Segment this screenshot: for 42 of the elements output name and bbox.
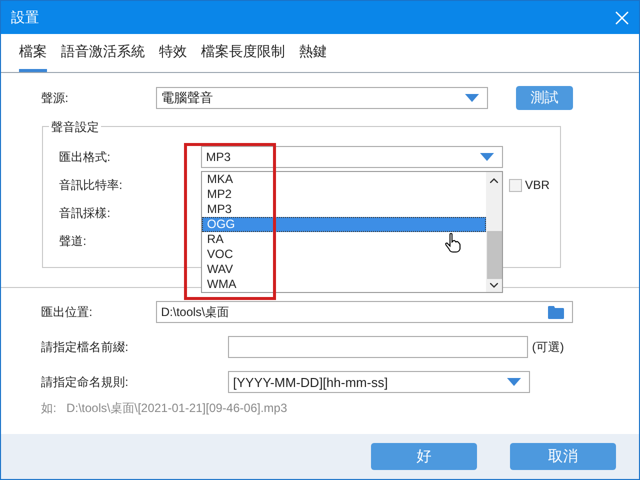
prefix-label: 請指定檔名前綴: — [41, 338, 130, 356]
format-option[interactable]: MP2 — [202, 187, 486, 202]
format-option[interactable]: RA — [202, 232, 486, 247]
window-title: 設置 — [11, 8, 39, 26]
location-field[interactable]: D:\tools\桌面 — [156, 301, 573, 323]
scrollbar-thumb[interactable] — [486, 231, 502, 279]
tab[interactable]: 特效 — [159, 34, 187, 72]
format-option[interactable]: MKA — [202, 172, 486, 187]
vbr-label: VBR — [525, 178, 550, 192]
tab[interactable]: 語音激活系統 — [61, 34, 145, 72]
location-label: 匯出位置: — [41, 304, 94, 320]
format-option[interactable]: WMA — [202, 277, 486, 292]
close-icon[interactable] — [615, 10, 629, 24]
tab[interactable]: 檔案 — [19, 34, 47, 72]
example-label: 如: — [41, 400, 56, 417]
example-path: D:\tools\桌面\[2021-01-21][09-46-06].mp3 — [66, 400, 288, 417]
setting-label: 聲道: — [59, 232, 88, 250]
naming-rule-dropdown[interactable]: [YYYY-MM-DD][hh-mm-ss] — [228, 371, 530, 393]
setting-label: 音訊比特率: — [59, 176, 124, 194]
group-title: 聲音設定 — [49, 119, 101, 136]
hand-cursor-icon — [445, 233, 461, 253]
format-option[interactable]: VOC — [202, 247, 486, 262]
format-dropdown[interactable]: MP3 — [201, 146, 503, 168]
dropdown-arrow-icon[interactable] — [465, 94, 479, 102]
scroll-up-icon[interactable] — [490, 178, 498, 183]
tab[interactable]: 熱鍵 — [299, 34, 327, 72]
source-dropdown[interactable]: 電腦聲音 — [156, 87, 488, 109]
format-label: 匯出格式: — [59, 148, 112, 166]
format-option[interactable]: WAV — [202, 262, 486, 277]
folder-icon[interactable] — [548, 305, 564, 319]
scrollbar[interactable] — [486, 172, 502, 292]
vbr-checkbox[interactable] — [509, 178, 522, 192]
prefix-field[interactable] — [228, 336, 528, 358]
format-option[interactable]: MP3 — [202, 202, 486, 217]
setting-label: 音訊採樣: — [59, 204, 112, 222]
dropdown-arrow-icon[interactable] — [480, 153, 494, 161]
scroll-down-icon[interactable] — [490, 283, 498, 288]
tab[interactable]: 檔案長度限制 — [201, 34, 285, 72]
naming-rule-label: 請指定命名規則: — [41, 374, 130, 390]
dropdown-arrow-icon[interactable] — [507, 378, 521, 386]
optional-note: (可選) — [532, 338, 564, 356]
source-label: 聲源: — [41, 90, 70, 106]
